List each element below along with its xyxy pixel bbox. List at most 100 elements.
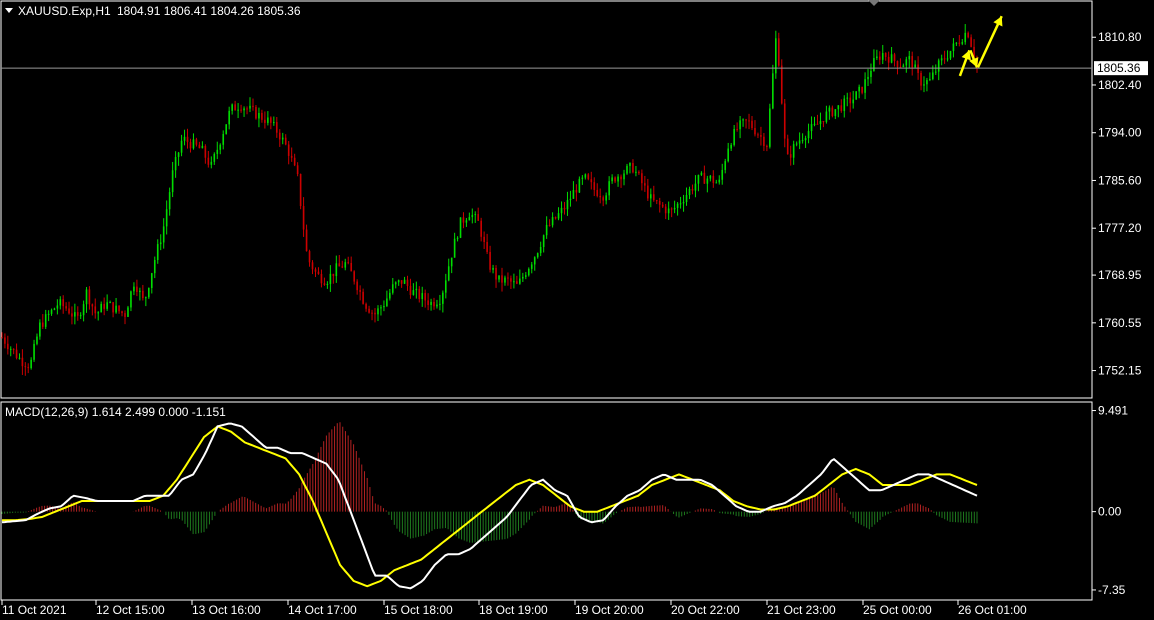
- candle-body: [216, 149, 219, 154]
- candle-body: [937, 60, 940, 72]
- candle-body: [79, 315, 82, 317]
- candle-body: [754, 128, 756, 135]
- candle-body: [195, 139, 198, 145]
- candle-body: [688, 188, 691, 196]
- candle-body: [353, 271, 355, 282]
- candle-body: [641, 173, 643, 184]
- candle-body: [504, 277, 506, 283]
- candle-body: [596, 189, 599, 196]
- candle-body: [742, 119, 744, 121]
- candle-body: [165, 209, 168, 227]
- candle-body: [350, 263, 353, 272]
- candle-body: [730, 144, 732, 149]
- candle-body: [934, 71, 937, 73]
- candle-body: [682, 201, 685, 204]
- candle-body: [638, 171, 640, 174]
- candle-body: [920, 72, 922, 86]
- candle-body: [575, 190, 578, 193]
- candle-body: [873, 58, 875, 71]
- candle-body: [85, 289, 88, 305]
- candle-body: [673, 207, 676, 210]
- candle-body: [94, 306, 97, 314]
- candle-body: [861, 86, 863, 93]
- candle-body: [284, 137, 287, 145]
- chart-canvas[interactable]: 1810.80 1802.40 1794.00 1785.60 1777.20 1768.…: [0, 0, 1154, 620]
- candle-body: [41, 322, 44, 327]
- candle-body: [320, 273, 323, 284]
- candle-body: [632, 163, 634, 173]
- candle-body: [447, 266, 450, 281]
- candle-body: [629, 163, 631, 166]
- candle-body: [371, 312, 373, 314]
- candle-body: [109, 302, 111, 304]
- macd-tick-label: 0.00: [1098, 505, 1122, 519]
- candle-body: [911, 56, 914, 68]
- candle-body: [605, 195, 607, 201]
- candle-body: [44, 314, 47, 327]
- candle-body: [745, 119, 747, 121]
- candle-body: [121, 311, 123, 314]
- candle-body: [365, 303, 367, 309]
- candle-body: [658, 200, 661, 205]
- candle-body: [908, 56, 911, 60]
- candle-body: [100, 303, 103, 313]
- chart-background: [0, 0, 1154, 620]
- candle-body: [542, 235, 545, 248]
- macd-tick-label: 9.491: [1098, 404, 1128, 418]
- time-tick-label: 12 Oct 15:00: [96, 603, 165, 617]
- candle-body: [843, 98, 846, 111]
- candle-body: [649, 194, 652, 199]
- candle-body: [356, 281, 358, 291]
- candle-body: [201, 145, 204, 149]
- candle-body: [590, 179, 593, 183]
- candle-body: [884, 53, 887, 57]
- candle-body: [676, 203, 679, 208]
- candle-body: [311, 262, 314, 270]
- time-tick-label: 19 Oct 20:00: [575, 603, 644, 617]
- price-tick-label: 1810.80: [1098, 30, 1142, 44]
- candle-body: [709, 175, 712, 179]
- candle-body: [748, 120, 750, 122]
- candle-body: [71, 313, 73, 317]
- candle-body: [430, 301, 432, 305]
- candle-body: [614, 177, 616, 182]
- candle-body: [442, 292, 444, 304]
- candle-body: [465, 220, 468, 223]
- candle-body: [804, 138, 807, 141]
- candle-body: [652, 194, 655, 201]
- candle-body: [335, 263, 338, 277]
- candle-body: [789, 154, 792, 158]
- candle-body: [679, 203, 682, 205]
- candle-body: [450, 257, 453, 267]
- candle-body: [210, 161, 213, 165]
- candle-body: [362, 291, 364, 304]
- candle-body: [783, 103, 786, 139]
- candle-body: [736, 129, 738, 131]
- candle-body: [706, 178, 709, 184]
- candle-body: [946, 58, 949, 60]
- candle-body: [219, 144, 222, 150]
- candle-body: [258, 112, 260, 119]
- candle-body: [798, 140, 801, 144]
- candle-body: [492, 267, 494, 270]
- candle-body: [459, 217, 462, 238]
- candle-body: [777, 38, 780, 66]
- time-tick-label: 11 Oct 2021: [2, 603, 67, 617]
- candle-body: [249, 105, 251, 109]
- price-tick-label: 1802.40: [1098, 78, 1142, 92]
- candle-body: [207, 157, 210, 165]
- candle-body: [780, 65, 783, 104]
- candle-body: [409, 285, 412, 295]
- candle-body: [204, 145, 207, 158]
- candle-body: [536, 253, 539, 258]
- candle-body: [932, 72, 934, 80]
- candle-body: [394, 282, 397, 285]
- candle-body: [12, 348, 15, 350]
- candle-body: [539, 247, 542, 254]
- candle-body: [905, 59, 908, 66]
- candle-body: [234, 104, 236, 111]
- candle-body: [246, 108, 248, 110]
- candle-body: [587, 174, 590, 180]
- candle-body: [198, 144, 201, 149]
- candle-body: [133, 286, 135, 292]
